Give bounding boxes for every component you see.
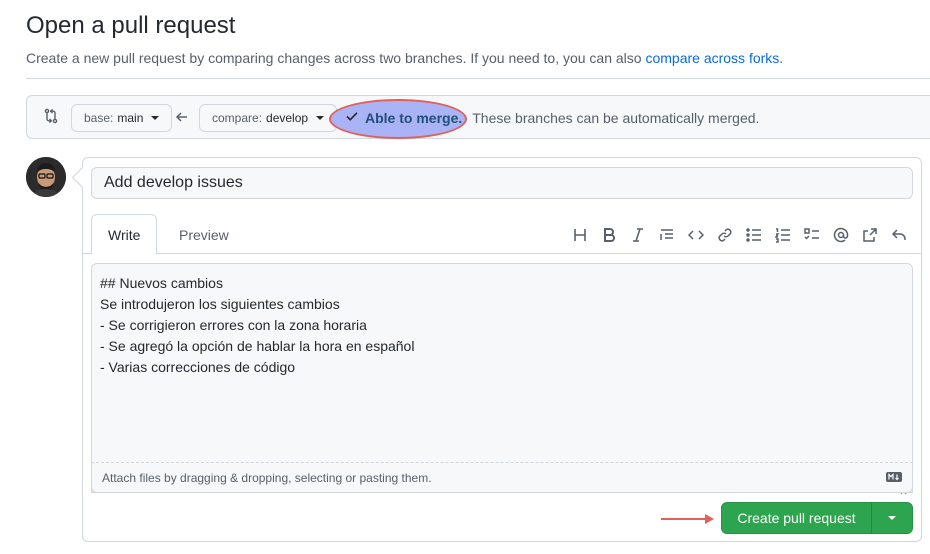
reference-icon[interactable] [855, 224, 884, 246]
compare-bar: base: main compare: develop Able to merg… [26, 95, 930, 139]
arrow-left-icon [175, 110, 189, 129]
page-subtitle: Create a new pull request by comparing c… [26, 50, 783, 66]
compare-branch-select[interactable]: compare: develop [199, 104, 338, 132]
base-value: main [117, 111, 144, 125]
base-branch-select[interactable]: base: main [71, 104, 173, 132]
compare-value: develop [266, 111, 309, 125]
tab-preview[interactable]: Preview [163, 214, 245, 255]
body-line: - Varias correcciones de código [100, 359, 296, 375]
merge-status: Able to merge. These branches can be aut… [345, 109, 759, 126]
check-icon [345, 109, 359, 126]
editor-tabs: Write Preview [83, 214, 921, 255]
body-line: ## Nuevos cambios [100, 275, 223, 291]
subtitle-end: . [779, 50, 784, 66]
compare-across-forks-link[interactable]: compare across forks [645, 50, 779, 66]
merge-status-message: These branches can be automatically merg… [472, 109, 760, 126]
merge-status-label: Able to merge. [365, 109, 463, 126]
quote-icon[interactable] [652, 224, 681, 246]
create-options-dropdown[interactable] [872, 503, 912, 533]
reply-icon[interactable] [884, 224, 913, 246]
markdown-icon [886, 471, 902, 485]
git-compare-icon [43, 108, 59, 129]
pull-request-body-textarea[interactable]: ## Nuevos cambios Se introdujeron los si… [91, 263, 913, 495]
chevron-down-icon [151, 116, 160, 120]
ordered-list-icon[interactable] [768, 224, 797, 246]
page-title: Open a pull request [26, 12, 236, 39]
italic-icon[interactable] [623, 224, 652, 246]
tab-write[interactable]: Write [91, 214, 158, 255]
title-input[interactable] [91, 167, 913, 199]
create-pull-request-button[interactable]: Create pull request [721, 502, 913, 534]
markdown-toolbar [565, 224, 913, 246]
body-line: Se introdujeron los siguientes cambios [100, 296, 340, 312]
annotation-arrow-icon [661, 512, 715, 530]
link-icon[interactable] [710, 224, 739, 246]
attach-files-area[interactable]: Attach files by dragging & dropping, sel… [91, 462, 913, 493]
body-line: - Se corrigieron errores con la zona hor… [100, 317, 367, 333]
pull-request-form: Write Preview [82, 157, 922, 542]
create-pull-request-label: Create pull request [722, 503, 872, 533]
unordered-list-icon[interactable] [739, 224, 768, 246]
code-icon[interactable] [681, 224, 710, 246]
compare-label: compare: [212, 111, 263, 125]
task-list-icon[interactable] [797, 224, 826, 246]
mention-icon[interactable] [826, 224, 855, 246]
attach-files-text: Attach files by dragging & dropping, sel… [102, 470, 432, 485]
header-divider [26, 78, 930, 79]
body-line: - Se agregó la opción de hablar la hora … [100, 338, 415, 354]
chevron-down-icon [316, 116, 325, 120]
chevron-down-icon [888, 516, 896, 520]
base-label: base: [84, 111, 114, 125]
subtitle-text: Create a new pull request by comparing c… [26, 50, 646, 66]
bold-icon[interactable] [594, 224, 623, 246]
avatar [26, 157, 66, 197]
heading-icon[interactable] [565, 224, 594, 246]
